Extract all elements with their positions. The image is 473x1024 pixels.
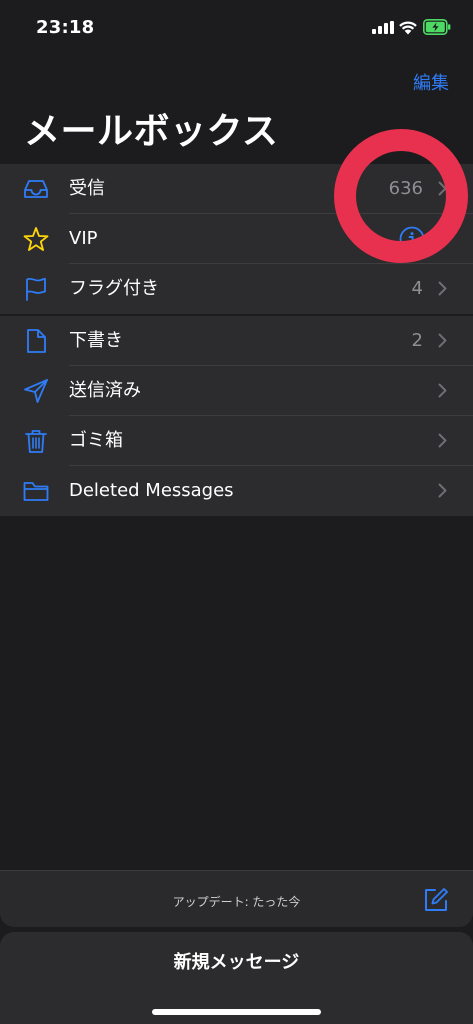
status-time: 23:18 (36, 17, 95, 38)
star-icon (23, 227, 49, 251)
battery-charging-icon (423, 19, 451, 35)
info-icon[interactable] (399, 226, 425, 252)
compose-icon[interactable] (423, 887, 449, 913)
chevron-right-icon (438, 281, 447, 296)
document-icon (27, 329, 46, 353)
mailbox-row-inbox[interactable]: 受信 636 (0, 164, 473, 214)
flag-icon (26, 277, 46, 301)
trash-icon (25, 430, 47, 453)
mailbox-label: 受信 (69, 178, 105, 199)
new-message-sheet[interactable]: 新規メッセージ (0, 932, 473, 1024)
mailbox-row-flagged[interactable]: フラグ付き 4 (0, 264, 473, 314)
chevron-right-icon (438, 181, 447, 196)
mailbox-row-vip[interactable]: VIP (0, 214, 473, 264)
mailbox-row-sent[interactable]: 送信済み (0, 366, 473, 416)
edit-button[interactable]: 編集 (413, 69, 449, 95)
new-message-label: 新規メッセージ (173, 952, 300, 973)
chevron-right-icon (438, 483, 447, 498)
mailbox-label: ゴミ箱 (69, 430, 123, 451)
mailbox-row-drafts[interactable]: 下書き 2 (0, 316, 473, 366)
chevron-right-icon (438, 333, 447, 348)
cellular-signal-icon (372, 21, 394, 34)
paper-plane-icon (24, 379, 48, 403)
folder-icon (23, 482, 49, 501)
page-title: メールボックス (24, 111, 279, 152)
mailbox-count: 4 (411, 278, 423, 299)
mailbox-row-deleted-messages[interactable]: Deleted Messages (0, 466, 473, 516)
update-status: アップデート: たった今 (172, 895, 301, 909)
mailbox-label: VIP (69, 228, 98, 249)
mailbox-label: 送信済み (69, 380, 141, 401)
mailbox-label: Deleted Messages (69, 480, 234, 501)
chevron-right-icon (438, 231, 447, 246)
mailbox-row-trash[interactable]: ゴミ箱 (0, 416, 473, 466)
mailbox-label: フラグ付き (69, 278, 159, 299)
mailbox-list-account: 下書き 2 送信済み ゴミ箱 Deleted Messages (0, 316, 473, 516)
inbox-tray-icon (24, 180, 48, 198)
bottom-toolbar: アップデート: たった今 (0, 870, 473, 927)
home-indicator[interactable] (152, 1009, 321, 1015)
chevron-right-icon (438, 383, 447, 398)
chevron-right-icon (438, 433, 447, 448)
mailbox-list-primary: 受信 636 VIP フラグ付き 4 (0, 164, 473, 314)
unread-count: 636 (388, 178, 423, 199)
mailbox-label: 下書き (69, 330, 123, 351)
mailbox-count: 2 (411, 330, 423, 351)
wifi-icon (399, 21, 417, 35)
status-bar: 23:18 (0, 0, 473, 56)
